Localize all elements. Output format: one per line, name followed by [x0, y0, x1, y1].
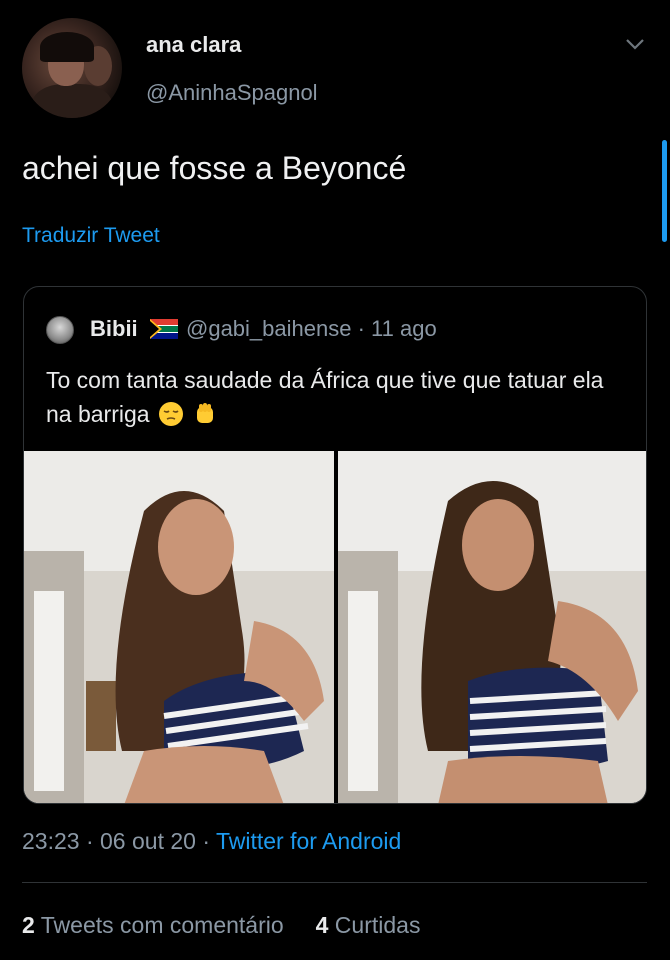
quoted-author-avatar [46, 316, 74, 344]
quoted-tweet[interactable]: Bibii @gabi_baihense · 11 ago To com tan… [23, 286, 647, 804]
south-africa-flag-icon [150, 319, 178, 339]
quoted-date: 11 ago [371, 316, 437, 341]
tweet-time: 23:23 [22, 828, 80, 854]
quoted-text: To com tanta saudade da África que tive … [46, 367, 604, 427]
scrollbar[interactable] [662, 140, 667, 242]
author-name[interactable]: ana clara [146, 32, 241, 58]
tweet-source-link[interactable]: Twitter for Android [216, 828, 401, 854]
quoted-meta: @gabi_baihense · 11 ago [186, 316, 437, 341]
relieved-face-icon [158, 402, 183, 426]
quoted-photo-2[interactable] [338, 451, 646, 803]
divider [22, 882, 647, 883]
quoted-author-name: Bibii [90, 316, 138, 341]
tweet-date: 06 out 20 [100, 828, 196, 854]
tweet-header: ana clara @AninhaSpagnol [0, 0, 670, 130]
author-handle[interactable]: @AninhaSpagnol [146, 80, 318, 106]
quote-tweets-stat[interactable]: 2 Tweets com comentário [22, 912, 284, 938]
translate-tweet-link[interactable]: Traduzir Tweet [22, 224, 160, 248]
quoted-photo-1[interactable] [24, 451, 334, 803]
raised-fist-icon [197, 403, 214, 423]
author-avatar[interactable] [22, 18, 122, 118]
quoted-handle: @gabi_baihense [186, 316, 352, 341]
likes-stat[interactable]: 4 Curtidas [316, 912, 421, 938]
chevron-down-icon[interactable] [624, 36, 646, 52]
tweet-text: achei que fosse a Beyoncé [22, 150, 407, 186]
tweet-timestamp: 23:23 · 06 out 20 · Twitter for Android [22, 828, 402, 854]
tweet-stats: 2 Tweets com comentário 4 Curtidas [22, 912, 420, 939]
